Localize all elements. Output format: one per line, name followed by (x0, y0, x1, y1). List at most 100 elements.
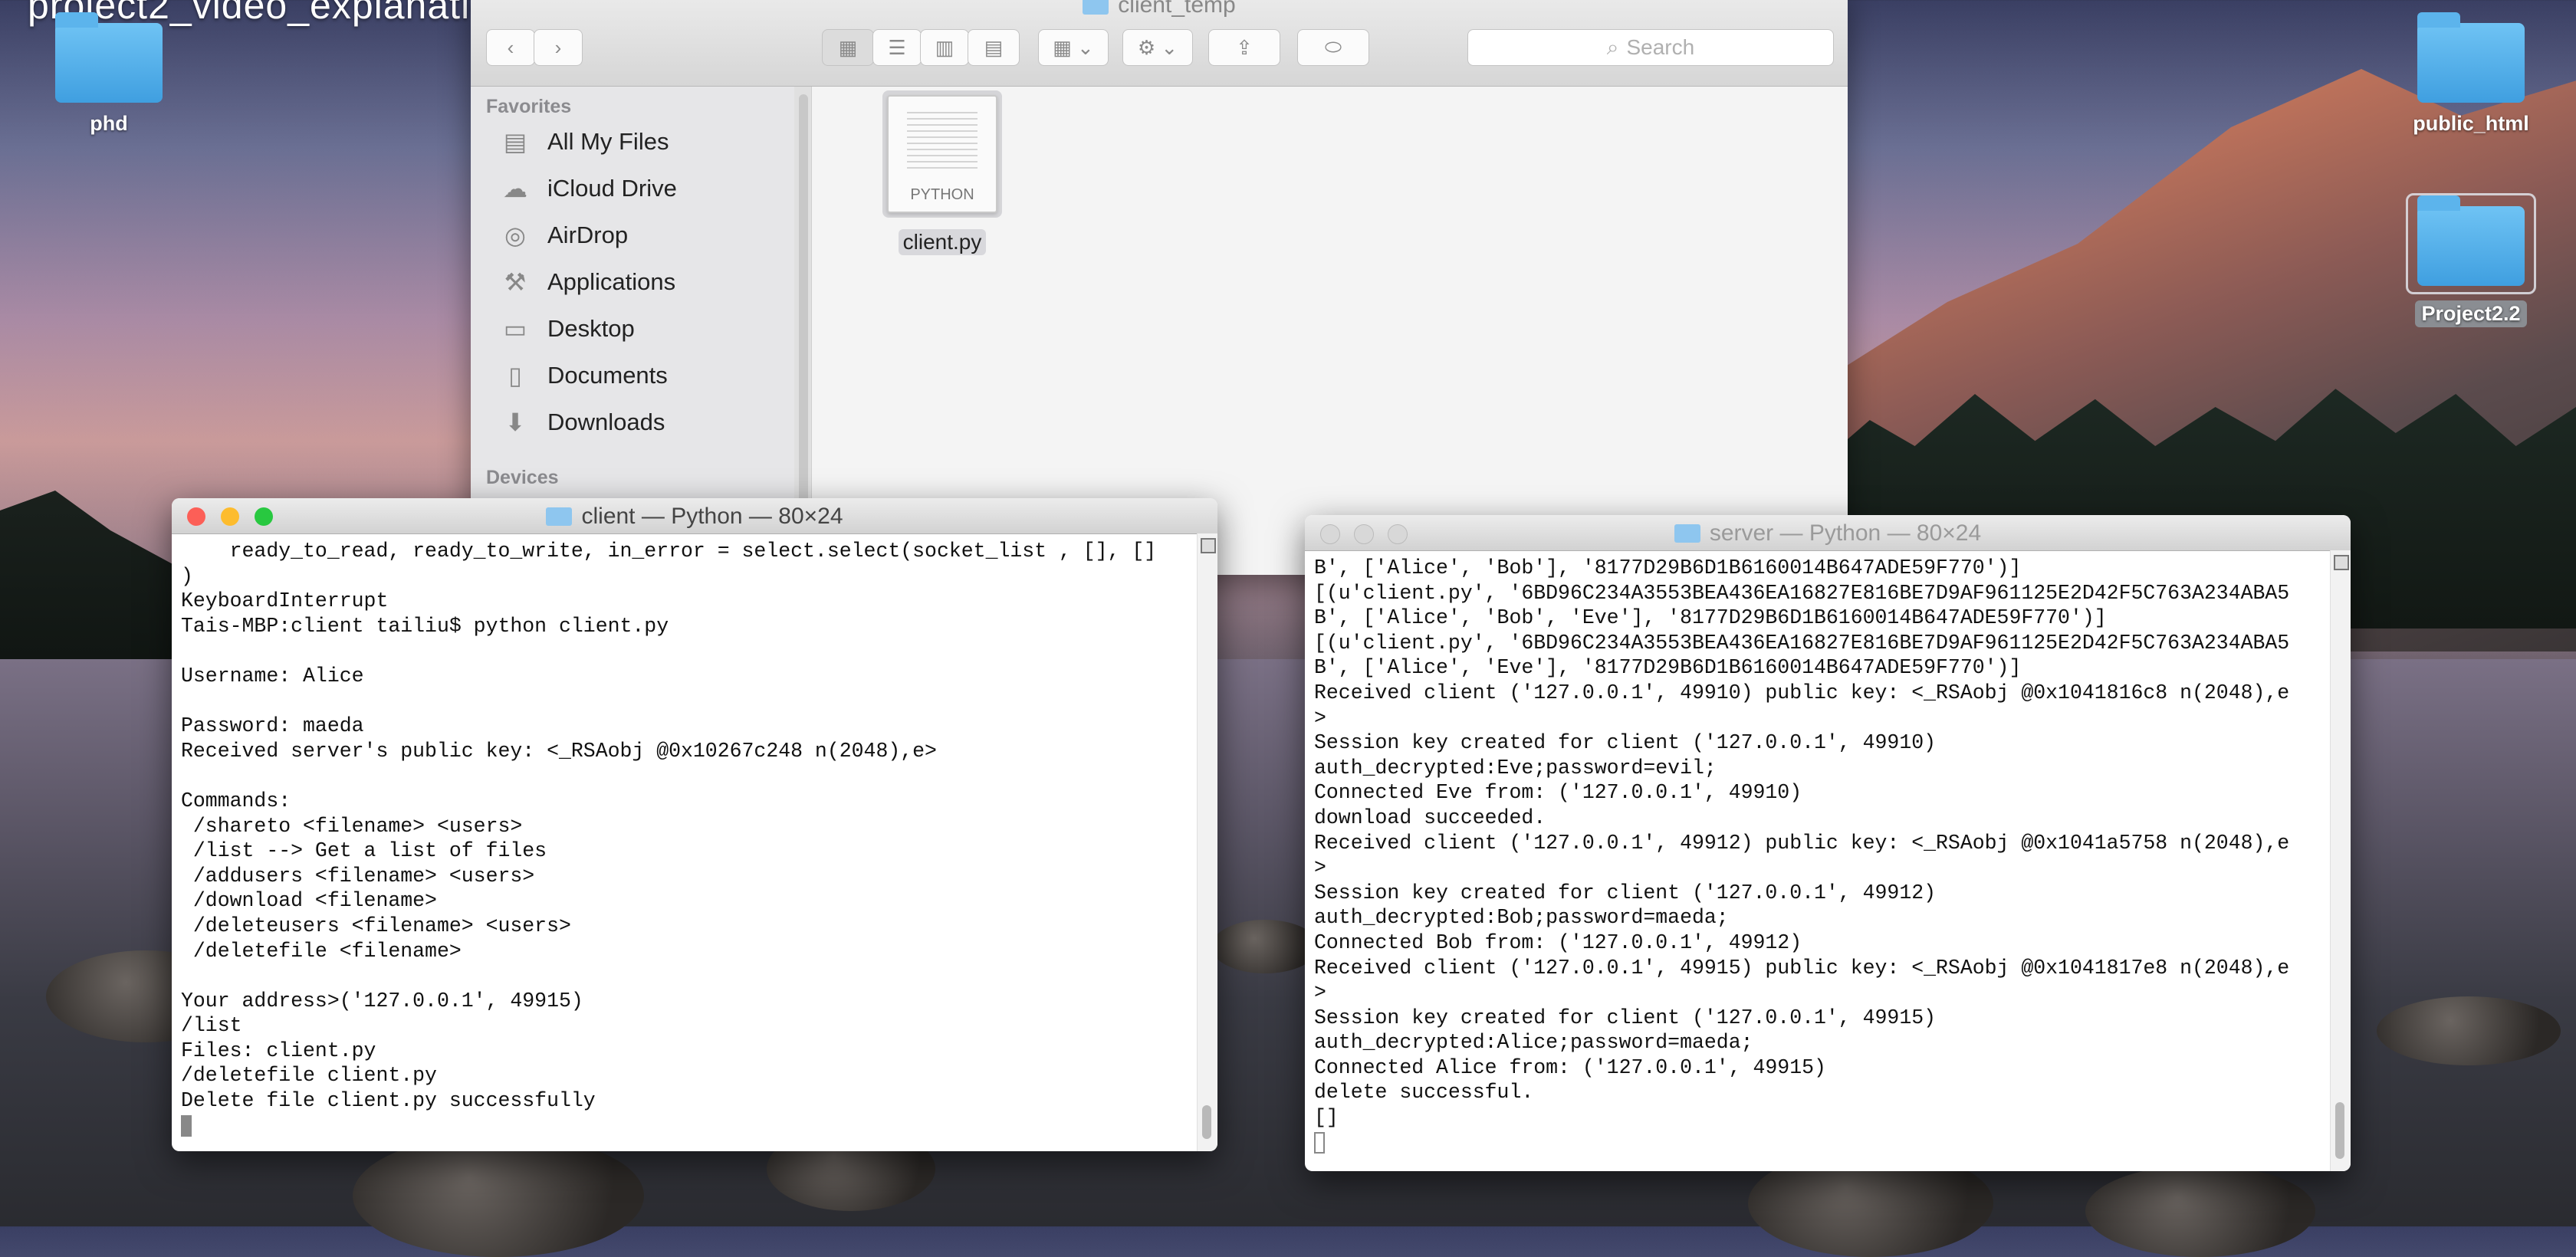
terminal-line: /shareto <filename> <users> (181, 814, 523, 838)
sidebar-item-label: Applications (547, 267, 676, 295)
share-icon: ⇪ (1236, 35, 1253, 59)
sidebar-item-label: All My Files (547, 127, 669, 155)
action-button[interactable]: ⚙ ⌄ (1122, 29, 1193, 66)
folder-icon (1674, 524, 1700, 543)
terminal-line: Connected Alice from: ('127.0.0.1', 4991… (1314, 1055, 1826, 1079)
tags-button[interactable]: ⬭ (1297, 29, 1369, 66)
chevron-right-icon: › (554, 35, 562, 59)
terminal-line: /list --> Get a list of files (181, 839, 547, 863)
search-icon: ⌕ (1606, 34, 1619, 59)
terminal-line: Session key created for client ('127.0.0… (1314, 1006, 1937, 1029)
downloads-icon: ⬇ (504, 408, 526, 436)
sidebar-item-airdrop[interactable]: ◎ AirDrop (471, 212, 811, 258)
terminal-line: Your address>('127.0.0.1', 49915) (181, 989, 583, 1012)
terminal-line: download succeeded. (1314, 806, 1546, 829)
terminal-line: Delete file client.py successfully (181, 1089, 596, 1113)
terminal-line: Commands: (181, 789, 291, 812)
column-view-button[interactable]: ▥ (920, 29, 969, 66)
rock (353, 1134, 644, 1257)
rock (2377, 996, 2561, 1065)
forward-button[interactable]: › (534, 29, 583, 66)
folder-icon (2417, 12, 2525, 103)
file-item-client-py[interactable]: PYTHON client.py (877, 90, 1007, 255)
rock (2085, 1165, 2315, 1257)
folder-icon (1083, 0, 1109, 15)
list-icon: ☰ (888, 35, 906, 59)
gear-icon: ⚙ ⌄ (1137, 35, 1178, 59)
finder-window[interactable]: client_temp ‹ › ▦ ☰ ▥ ▤ ▦ ⌄ ⚙ ⌄ ⇪ ⬭ ⌕ Sea… (471, 0, 1848, 575)
share-button[interactable]: ⇪ (1208, 29, 1280, 66)
client-terminal-title-text: client — Python — 80×24 (581, 504, 843, 529)
all-files-icon: ▤ (503, 127, 527, 156)
terminal-line: Username: Alice (181, 664, 364, 688)
terminal-line: /deleteusers <filename> <users> (181, 914, 571, 937)
client-terminal-window[interactable]: client — Python — 80×24 ready_to_read, r… (172, 498, 1217, 1151)
terminal-line: B', ['Alice', 'Eve'], '8177D29B6D1B61600… (1314, 656, 2022, 680)
terminal-line: /addusers <filename> <users> (181, 864, 535, 888)
client-terminal-scrollbar[interactable] (1197, 533, 1217, 1151)
grid-icon: ▦ (838, 35, 858, 59)
terminal-line: ready_to_read, ready_to_write, in_error … (181, 540, 1157, 563)
server-terminal-window[interactable]: server — Python — 80×24 B', ['Alice', 'B… (1305, 515, 2351, 1171)
finder-title-text: client_temp (1118, 0, 1236, 18)
sidebar-item-applications[interactable]: ⚒ Applications (471, 258, 811, 305)
server-terminal-title-text: server — Python — 80×24 (1709, 520, 1982, 546)
terminal-line: /download <filename> (181, 889, 437, 913)
desktop-folder-public-html[interactable]: public_html (2406, 12, 2536, 136)
terminal-line: /deletefile <filename> (181, 939, 462, 963)
sidebar-item-label: Desktop (547, 314, 635, 342)
desktop-folder-label: phd (90, 112, 128, 135)
terminal-line: delete successful. (1314, 1081, 1534, 1104)
sidebar-item-documents[interactable]: ▯ Documents (471, 352, 811, 399)
split-grip-icon[interactable] (1201, 538, 1216, 553)
client-terminal-output[interactable]: ready_to_read, ready_to_write, in_error … (172, 534, 1217, 1143)
sidebar-item-label: iCloud Drive (547, 174, 677, 202)
terminal-line: Files: client.py (181, 1039, 376, 1062)
sidebar-item-downloads[interactable]: ⬇ Downloads (471, 399, 811, 445)
terminal-line: > (1314, 981, 1326, 1005)
sidebar-item-icloud-drive[interactable]: ☁ iCloud Drive (471, 165, 811, 212)
rock (1211, 920, 1319, 973)
scrollbar-knob[interactable] (799, 94, 808, 523)
file-preview-lines (907, 112, 978, 173)
terminal-cursor-line (181, 1114, 1208, 1139)
terminal-line: [(u'client.py', '6BD96C234A3553BEA436EA1… (1314, 581, 2290, 605)
file-name: client.py (898, 229, 987, 255)
scrollbar-knob[interactable] (2335, 1102, 2344, 1159)
search-field[interactable]: ⌕ Search (1467, 29, 1834, 66)
scrollbar-knob[interactable] (1202, 1105, 1211, 1139)
terminal-line: ) (181, 564, 193, 588)
file-type-tag: PYTHON (910, 186, 974, 203)
client-terminal-titlebar[interactable]: client — Python — 80×24 (172, 498, 1217, 534)
split-grip-icon[interactable] (2334, 555, 2349, 570)
cloud-icon: ☁ (503, 174, 527, 202)
devices-header: Devices (486, 467, 559, 488)
server-terminal-output[interactable]: B', ['Alice', 'Bob'], '8177D29B6D1B61600… (1305, 551, 2351, 1160)
folder-icon (546, 507, 573, 526)
desktop-folder-project2-2[interactable]: Project2.2 (2406, 193, 2536, 327)
sidebar-item-desktop[interactable]: ▭ Desktop (471, 305, 811, 352)
tag-icon: ⬭ (1324, 35, 1342, 58)
desktop-icon: ▭ (503, 314, 527, 343)
finder-window-title: client_temp (471, 0, 1848, 18)
server-terminal-title: server — Python — 80×24 (1305, 520, 2351, 546)
terminal-line: [(u'client.py', '6BD96C234A3553BEA436EA1… (1314, 631, 2290, 655)
terminal-line: Password: maeda (181, 714, 364, 738)
back-button[interactable]: ‹ (486, 29, 535, 66)
coverflow-view-button[interactable]: ▤ (968, 29, 1020, 66)
server-terminal-titlebar[interactable]: server — Python — 80×24 (1305, 515, 2351, 551)
server-terminal-scrollbar[interactable] (2330, 550, 2351, 1171)
terminal-cursor-line (1314, 1131, 2341, 1156)
sidebar-item-all-my-files[interactable]: ▤ All My Files (471, 118, 811, 165)
folder-icon (2417, 195, 2525, 286)
terminal-line: Received server's public key: <_RSAobj @… (181, 739, 937, 763)
columns-icon: ▥ (935, 35, 955, 59)
desktop-folder-phd[interactable]: phd (44, 12, 174, 136)
icon-view-button[interactable]: ▦ (822, 29, 874, 66)
arrange-button[interactable]: ▦ ⌄ (1038, 29, 1109, 66)
list-view-button[interactable]: ☰ (872, 29, 922, 66)
terminal-line: auth_decrypted:Alice;password=maeda; (1314, 1031, 1753, 1055)
